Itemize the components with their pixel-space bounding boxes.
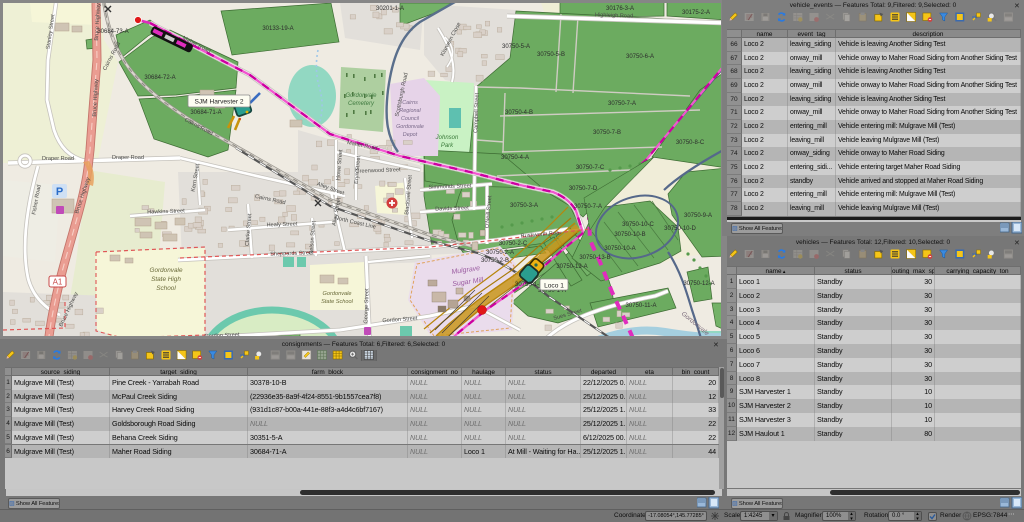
svg-text:30750-13-B: 30750-13-B — [579, 255, 610, 261]
svg-text:Healy Street: Healy Street — [266, 221, 297, 228]
svg-text:30750-4-A: 30750-4-A — [501, 155, 529, 161]
svg-text:Draper Road: Draper Road — [112, 155, 144, 161]
svg-text:Gordonvale: Gordonvale — [323, 291, 352, 297]
svg-text:30750-2-B: 30750-2-B — [481, 258, 509, 264]
svg-text:Gordonvale: Gordonvale — [345, 93, 377, 99]
svg-text:Gordonvale: Gordonvale — [396, 124, 424, 130]
svg-text:School: School — [156, 285, 176, 292]
svg-text:30750-7-D: 30750-7-D — [569, 186, 598, 192]
svg-text:30750-10-D: 30750-10-D — [664, 226, 696, 232]
svg-text:30750-12-A: 30750-12-A — [683, 281, 714, 287]
svg-text:30750-7-B: 30750-7-B — [593, 130, 621, 136]
svg-text:30750-3-A: 30750-3-A — [510, 203, 538, 209]
svg-text:30750-7-C: 30750-7-C — [576, 165, 605, 171]
svg-text:Park: Park — [441, 143, 454, 149]
svg-text:State High: State High — [151, 276, 181, 283]
svg-text:30750-2-A: 30750-2-A — [486, 250, 514, 256]
svg-text:30175-2-A: 30175-2-A — [682, 10, 710, 16]
svg-text:30684-73-A: 30684-73-A — [97, 29, 128, 35]
svg-text:Davids Street: Davids Street — [435, 205, 469, 212]
svg-text:30750-5-A: 30750-5-A — [502, 44, 530, 50]
svg-text:A1: A1 — [53, 278, 63, 287]
svg-text:30684-71-A: 30684-71-A — [190, 110, 221, 116]
svg-text:Depot: Depot — [403, 132, 418, 138]
svg-text:Council: Council — [401, 116, 420, 122]
svg-text:30750-7-A: 30750-7-A — [608, 101, 636, 107]
svg-text:30750-9-A: 30750-9-A — [684, 213, 712, 219]
svg-text:30684-72-A: 30684-72-A — [144, 75, 175, 81]
svg-text:30750-11-A: 30750-11-A — [626, 303, 657, 309]
svg-text:30750-10-B: 30750-10-B — [614, 232, 645, 238]
svg-text:30750-10-C: 30750-10-C — [622, 222, 654, 228]
svg-text:Gordonvale: Gordonvale — [149, 267, 182, 274]
svg-text:SJM Harvester 2: SJM Harvester 2 — [194, 99, 243, 106]
svg-text:30750-7-A: 30750-7-A — [574, 204, 602, 210]
svg-text:30750-10-A: 30750-10-A — [604, 246, 635, 252]
svg-text:Loco 1: Loco 1 — [544, 283, 564, 290]
svg-text:30133-19-A: 30133-19-A — [262, 26, 293, 32]
svg-text:Johnson: Johnson — [435, 135, 459, 141]
svg-text:P: P — [56, 186, 63, 198]
svg-text:30750-4-B: 30750-4-B — [505, 110, 533, 116]
svg-text:George Street: George Street — [363, 288, 370, 324]
svg-text:30201-1-A: 30201-1-A — [376, 6, 404, 12]
svg-text:30750-13-A: 30750-13-A — [556, 264, 587, 270]
svg-text:Cairns: Cairns — [402, 100, 418, 106]
svg-text:State School: State School — [321, 299, 353, 305]
svg-text:Draper Road: Draper Road — [42, 156, 74, 162]
svg-text:Regional: Regional — [399, 108, 421, 114]
svg-text:30750-6-A: 30750-6-A — [626, 54, 654, 60]
svg-text:30750-2-C: 30750-2-C — [499, 241, 528, 247]
svg-text:30750-5-B: 30750-5-B — [537, 52, 565, 58]
svg-text:Cemetery: Cemetery — [348, 101, 375, 107]
svg-text:30750-8-C: 30750-8-C — [676, 140, 705, 146]
svg-text:30176-3-A: 30176-3-A — [606, 6, 634, 12]
